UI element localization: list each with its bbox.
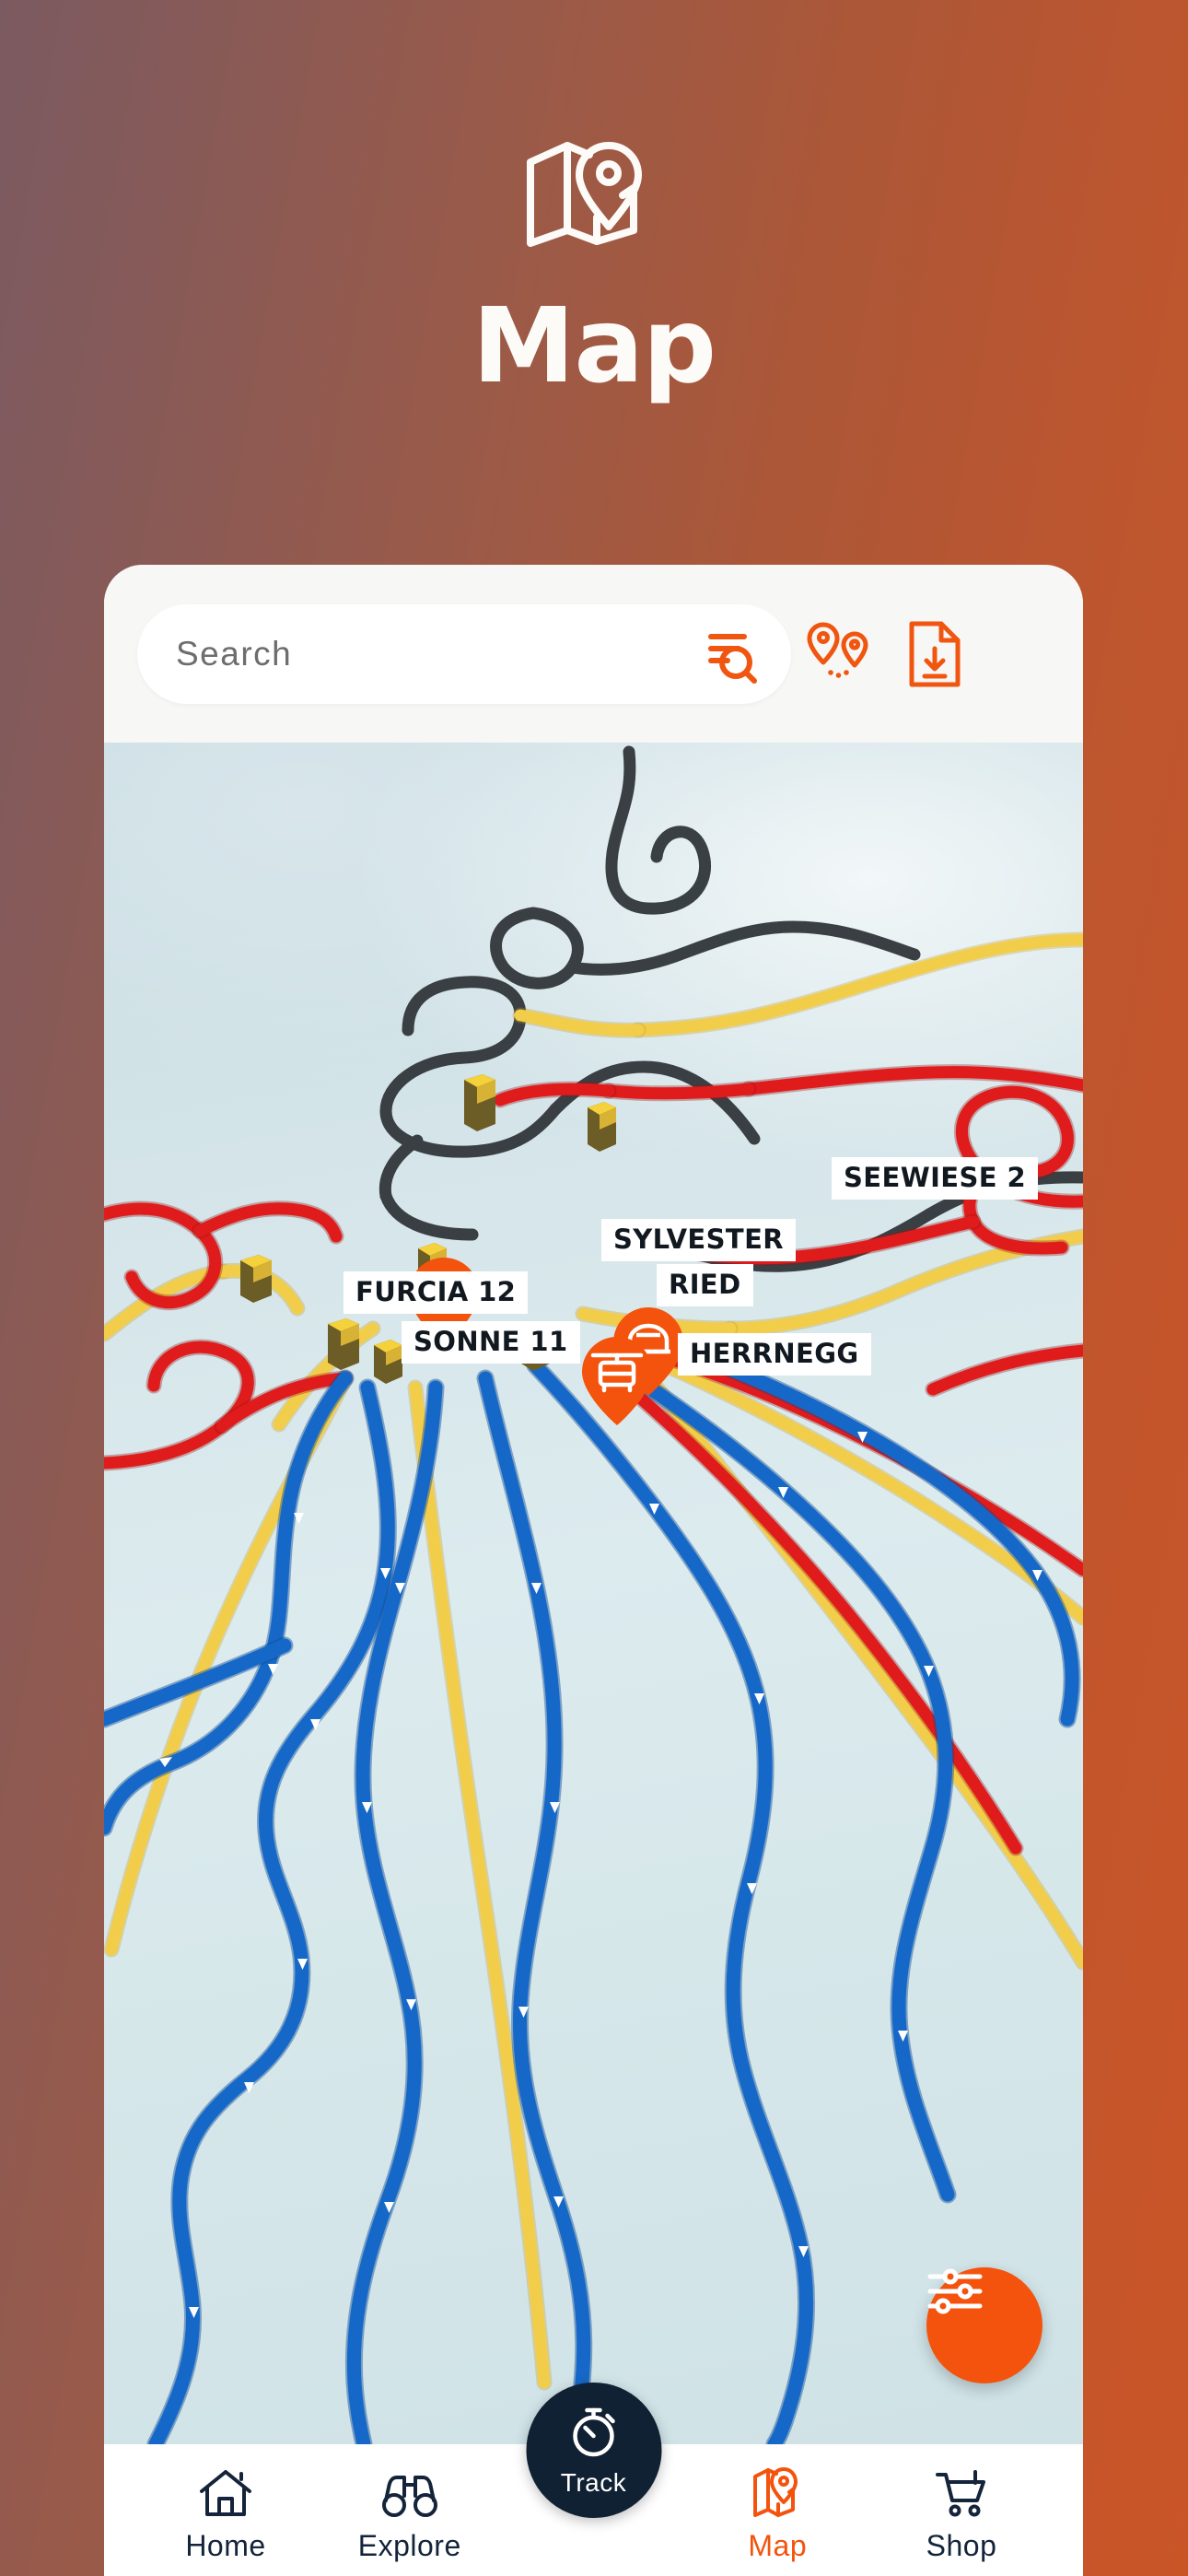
- search-bar: [104, 565, 1083, 743]
- nav-item-home[interactable]: Home: [152, 2465, 299, 2563]
- map-label[interactable]: SEEWIESE 2: [832, 1157, 1039, 1200]
- nav-item-map[interactable]: Map: [704, 2465, 851, 2563]
- map-pin-icon: [525, 138, 663, 247]
- stopwatch-icon: [565, 2403, 623, 2463]
- house-icon: [199, 2465, 252, 2518]
- filter-search-icon[interactable]: [699, 624, 760, 685]
- cart-icon: [935, 2465, 988, 2518]
- nav-label-home: Home: [185, 2529, 266, 2562]
- map-label[interactable]: FURCIA 12: [344, 1271, 529, 1314]
- nav-item-shop[interactable]: Shop: [888, 2465, 1035, 2563]
- binoculars-icon: [381, 2465, 438, 2518]
- hero-header: Map: [0, 0, 1188, 565]
- map-label[interactable]: SYLVESTER: [601, 1219, 797, 1261]
- search-field[interactable]: [137, 603, 791, 704]
- nav-label-shop: Shop: [926, 2529, 997, 2562]
- page-title: Map: [472, 287, 716, 406]
- track-button[interactable]: Track: [526, 2383, 661, 2518]
- ski-runs-layer: .r { fill:none; stroke-linecap:round; st…: [104, 745, 1083, 2444]
- map-label[interactable]: SONNE 11: [402, 1321, 580, 1364]
- map-filter-button[interactable]: [926, 2267, 1042, 2383]
- nav-label-explore: Explore: [357, 2529, 461, 2562]
- run-direction-arrows: [159, 1432, 1042, 2318]
- nav-item-explore[interactable]: Explore: [336, 2465, 483, 2563]
- map-label[interactable]: HERRNEGG: [678, 1333, 871, 1376]
- document-download-icon[interactable]: [887, 604, 983, 704]
- nav-label-map: Map: [748, 2529, 808, 2562]
- route-pins-icon[interactable]: [791, 604, 887, 704]
- map-label[interactable]: RIED: [657, 1264, 753, 1306]
- search-input[interactable]: [176, 634, 699, 673]
- track-button-label: Track: [560, 2468, 627, 2497]
- phone-card: .r { fill:none; stroke-linecap:round; st…: [104, 565, 1083, 2576]
- map-canvas[interactable]: .r { fill:none; stroke-linecap:round; st…: [104, 743, 1083, 2444]
- map-pin-icon: [752, 2465, 802, 2518]
